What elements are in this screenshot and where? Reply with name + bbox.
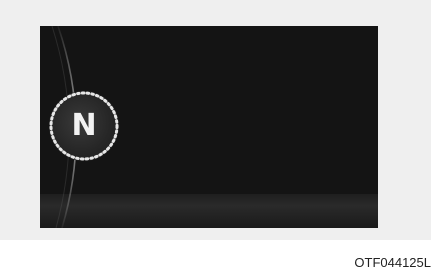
gear-indicator-letter: N bbox=[71, 108, 97, 143]
figure-code-label: OTF044125L bbox=[354, 255, 431, 270]
cluster-display: N bbox=[40, 26, 378, 228]
figure-panel: N bbox=[0, 0, 431, 240]
figure: N OTF044125L bbox=[0, 0, 431, 276]
